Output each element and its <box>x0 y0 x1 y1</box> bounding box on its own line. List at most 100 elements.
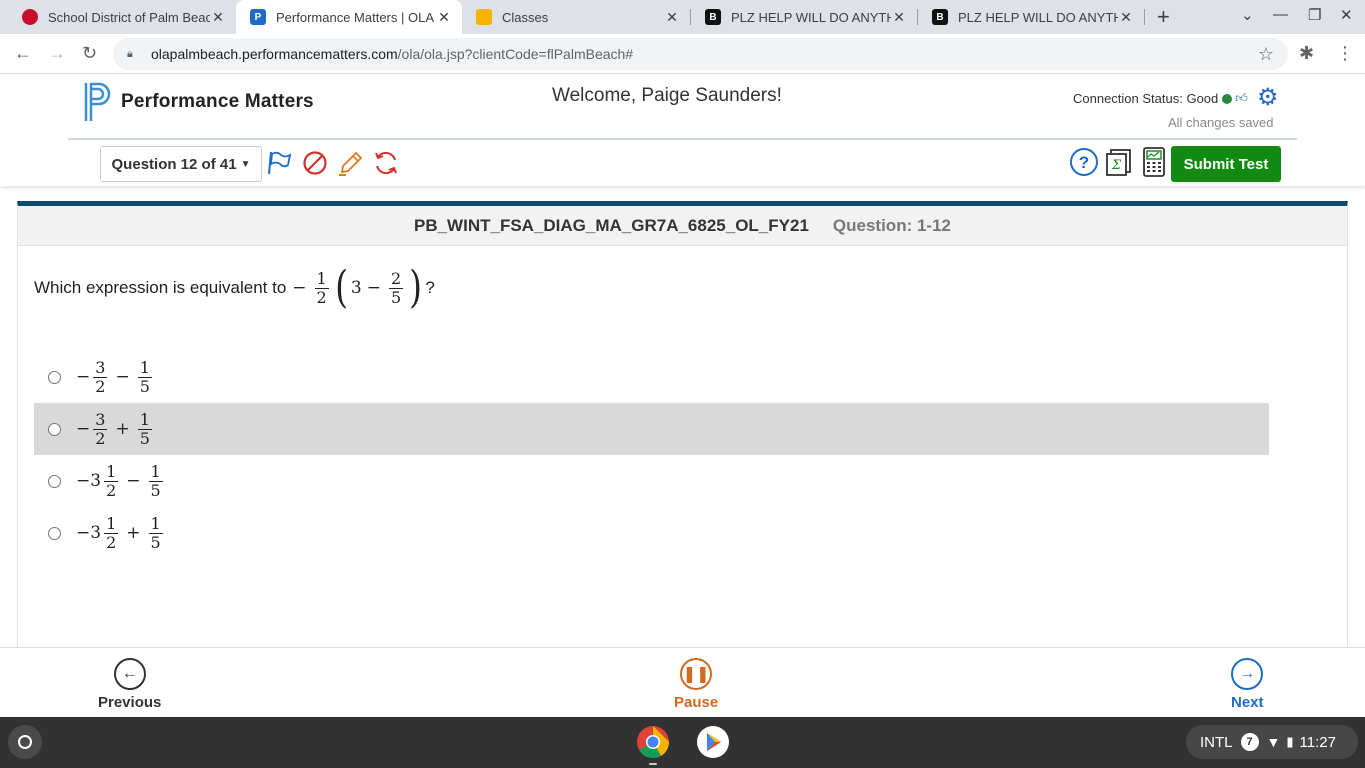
tab-title: PLZ HELP WILL DO ANYTHI <box>958 9 1118 25</box>
question-number: Question: 1-12 <box>832 215 951 235</box>
launcher-button[interactable] <box>8 725 42 759</box>
browser-tab-5[interactable]: B PLZ HELP WILL DO ANYTHI ✕ <box>918 0 1144 34</box>
status-tray[interactable]: INTL 7 ▼ ▮ 11:27 <box>1186 725 1358 759</box>
next-button[interactable]: → Next <box>1231 658 1264 711</box>
wifi-icon: ▼ <box>1266 734 1281 750</box>
choice-expression: −3 1 2−1 5 <box>76 461 163 500</box>
performance-matters-favicon-icon: P <box>250 9 266 25</box>
header-divider <box>68 138 1297 140</box>
dropdown-caret-icon: ▼ <box>240 158 251 170</box>
clock-time: 11:27 <box>1299 733 1336 751</box>
tab-separator <box>1144 9 1145 25</box>
brainly-favicon-icon: B <box>705 9 721 25</box>
input-method-label: INTL <box>1200 733 1233 751</box>
highlighter-pencil-icon[interactable] <box>338 150 364 176</box>
brainly-favicon-icon: B <box>932 9 948 25</box>
chrome-app-icon[interactable] <box>636 725 670 759</box>
eliminate-choice-icon[interactable] <box>302 150 328 176</box>
running-indicator <box>649 763 657 765</box>
reload-icon[interactable]: ↻ <box>82 43 97 64</box>
arrow-left-circle-icon: ← <box>113 658 146 690</box>
logo-text: Performance Matters <box>121 91 314 112</box>
save-status: All changes saved <box>1168 115 1274 130</box>
back-arrow-icon[interactable]: ← <box>14 43 32 64</box>
radio-button[interactable] <box>48 474 61 488</box>
formula-reference-sheet-icon[interactable]: Σ <box>1104 147 1134 177</box>
forward-arrow-icon[interactable]: → <box>48 43 66 64</box>
app-header: Performance Matters Welcome, Paige Saund… <box>0 75 1365 186</box>
tab-title: Classes <box>502 9 549 25</box>
close-tab-icon[interactable]: ✕ <box>1118 9 1134 26</box>
settings-gear-icon[interactable]: ⚙ <box>1257 83 1279 112</box>
bottom-navigation: ← Previous ❚❚ Pause → Next <box>0 647 1365 717</box>
connection-status-label: Connection Status: Good <box>1073 91 1219 106</box>
browser-tab-4[interactable]: B PLZ HELP WILL DO ANYTHI ✕ <box>691 0 917 34</box>
choice-expression: −3 2 +1 5 <box>76 409 152 448</box>
welcome-message: Welcome, Paige Saunders! <box>552 85 782 106</box>
question-selector-label: Question 12 of 41 <box>111 155 237 173</box>
url-host: olapalmbeach.performancematters.com <box>151 46 398 62</box>
close-window-icon[interactable]: ✕ <box>1340 6 1353 24</box>
google-classroom-favicon-icon <box>476 9 492 25</box>
browser-tab-3[interactable]: Classes ✕ <box>462 0 690 34</box>
connection-status: Connection Status: Good 👍︎ <box>1073 91 1248 106</box>
close-tab-icon[interactable]: ✕ <box>210 9 226 26</box>
close-tab-icon[interactable]: ✕ <box>891 9 907 26</box>
radio-button[interactable] <box>48 422 61 436</box>
thumbs-up-icon: 👍︎ <box>1235 91 1248 105</box>
restore-icon[interactable]: ❐ <box>1308 6 1321 24</box>
browser-tab-strip: School District of Palm Beac ✕ P Perform… <box>0 0 1365 34</box>
pause-circle-icon: ❚❚ <box>680 658 713 690</box>
svg-text:?: ? <box>1079 153 1089 172</box>
chrome-menu-icon[interactable]: ⋮ <box>1336 43 1354 64</box>
submit-test-button[interactable]: Submit Test <box>1171 146 1281 182</box>
pause-button[interactable]: ❚❚ Pause <box>674 658 718 711</box>
stem-expression: − 12 ( 3− 25 ) <box>292 262 423 313</box>
answer-choice-c[interactable]: −3 1 2−1 5 <box>34 455 1269 507</box>
pause-label: Pause <box>674 694 719 711</box>
minimize-icon[interactable]: — <box>1273 6 1288 23</box>
close-tab-icon[interactable]: ✕ <box>436 9 452 26</box>
question-mark: ? <box>425 278 435 297</box>
arrow-right-circle-icon: → <box>1231 658 1264 690</box>
url-path: /ola/ola.jsp?clientCode=flPalmBeach# <box>397 46 634 62</box>
flag-icon[interactable] <box>267 150 293 176</box>
school-district-favicon-icon <box>22 9 38 25</box>
choice-expression: −3 2−1 5 <box>76 357 152 396</box>
question-stem-text: Which expression is equivalent to <box>34 278 287 297</box>
browser-toolbar: ← → ↻ 🔒︎ olapalmbeach.performancematters… <box>0 34 1365 74</box>
help-question-icon[interactable]: ? <box>1069 147 1099 177</box>
os-shelf: INTL 7 ▼ ▮ 11:27 <box>0 717 1365 768</box>
choice-expression: −3 1 2 +1 5 <box>76 513 163 552</box>
launcher-circle-icon <box>18 735 32 749</box>
answer-choice-b[interactable]: −3 2 +1 5 <box>34 403 1269 455</box>
question-stem: Which expression is equivalent to − 12 (… <box>34 266 435 310</box>
tab-search-chevron-icon[interactable]: ⌄ <box>1241 6 1254 24</box>
previous-button[interactable]: ← Previous <box>98 658 161 711</box>
new-tab-plus-icon[interactable]: + <box>1157 4 1170 30</box>
play-store-app-icon[interactable] <box>696 725 730 759</box>
calculator-icon[interactable] <box>1139 147 1169 177</box>
tab-title: School District of Palm Beac <box>48 9 210 25</box>
battery-icon: ▮ <box>1286 734 1294 749</box>
notification-count-badge: 7 <box>1240 733 1259 751</box>
lock-icon: 🔒︎ <box>127 48 133 60</box>
browser-tab-1[interactable]: School District of Palm Beac ✕ <box>8 0 236 34</box>
radio-button[interactable] <box>48 526 61 540</box>
close-tab-icon[interactable]: ✕ <box>664 9 680 26</box>
question-selector-dropdown[interactable]: Question 12 of 41 ▼ <box>100 146 262 182</box>
browser-tab-2-active[interactable]: P Performance Matters | OLA ✕ <box>236 0 462 34</box>
bookmark-star-icon[interactable]: ☆ <box>1258 44 1274 65</box>
next-label: Next <box>1231 694 1264 711</box>
svg-text:Σ: Σ <box>1111 158 1122 173</box>
address-bar[interactable]: 🔒︎ olapalmbeach.performancematters.com/o… <box>113 38 1288 70</box>
radio-button[interactable] <box>48 370 61 384</box>
performance-matters-logo: Performance Matters <box>83 81 314 123</box>
answer-choice-a[interactable]: −3 2−1 5 <box>34 351 1269 403</box>
extensions-puzzle-icon[interactable]: ✱ <box>1299 43 1314 64</box>
status-green-dot-icon <box>1222 93 1233 104</box>
reset-refresh-icon[interactable] <box>373 150 399 176</box>
previous-label: Previous <box>98 694 162 711</box>
answer-choice-d[interactable]: −3 1 2 +1 5 <box>34 507 1269 559</box>
tab-title: Performance Matters | OLA <box>276 9 434 25</box>
